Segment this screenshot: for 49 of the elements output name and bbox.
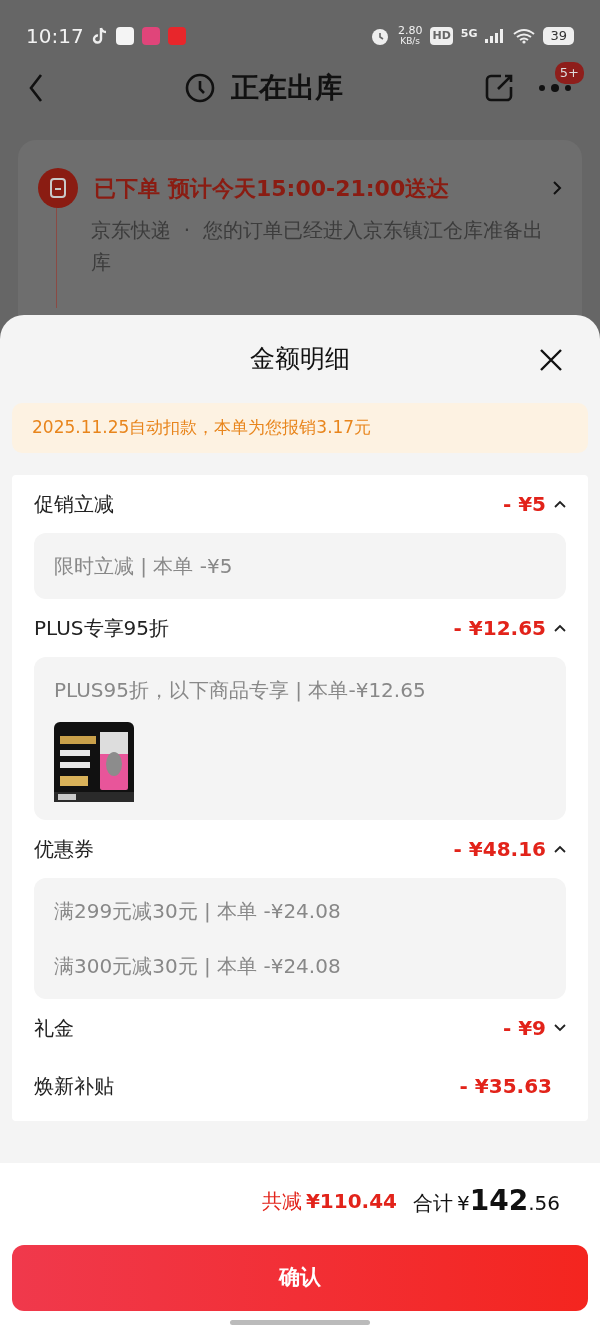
order-icon	[38, 168, 78, 208]
order-status: 已下单	[94, 174, 160, 203]
discount-label: 优惠券	[34, 835, 94, 863]
wifi-icon	[513, 28, 536, 44]
hd-indicator: HD	[430, 26, 453, 46]
chevron-right-icon[interactable]	[552, 180, 562, 196]
signal-icon	[485, 29, 506, 43]
discount-label: PLUS专享95折	[34, 614, 169, 642]
battery-indicator: 39	[543, 27, 574, 45]
music-note-icon	[91, 27, 108, 45]
total-discount-label: 共减	[261, 1188, 302, 1215]
discount-label: 促销立减	[34, 490, 114, 518]
discount-amount: - ¥5	[502, 490, 546, 518]
chevron-down-icon[interactable]	[554, 1023, 566, 1032]
discount-label: 礼金	[34, 1014, 74, 1042]
clock-time: 10:17	[26, 23, 84, 50]
app-icon	[141, 27, 160, 45]
alarm-icon	[369, 26, 390, 46]
chevron-up-icon[interactable]	[554, 844, 566, 853]
page-title: 正在出库	[231, 70, 343, 106]
chevron-up-icon[interactable]	[554, 623, 566, 632]
discount-amount: - ¥35.63	[459, 1072, 552, 1100]
discount-amount: - ¥9	[502, 1014, 546, 1042]
speed-unit: KB/s	[400, 36, 421, 46]
discount-amount: - ¥48.16	[453, 835, 546, 863]
close-button[interactable]	[538, 347, 564, 373]
speed-value: 2.80	[397, 26, 423, 36]
notification-badge: 5+	[554, 62, 584, 84]
discount-label: 焕新补贴	[34, 1072, 114, 1100]
clock-icon	[185, 73, 215, 103]
delivery-estimate: 预计今天15:00-21:00送达	[168, 174, 450, 203]
total-label: 合计	[413, 1190, 453, 1217]
app-icon	[167, 27, 186, 45]
detail-text: 满300元减30元 | 本单 -¥24.08	[54, 952, 342, 980]
reimbursement-notice: 2025.11.25自动扣款，本单为您报销3.17元	[12, 403, 588, 453]
network-type: 5G	[460, 26, 478, 42]
confirm-button[interactable]: 确认	[12, 1245, 588, 1311]
discount-amount: - ¥12.65	[453, 614, 546, 642]
back-icon[interactable]	[28, 73, 44, 103]
total-discount: ¥110.44	[305, 1188, 397, 1215]
sheet-title: 金额明细	[250, 343, 350, 376]
detail-text: 限时立减 | 本单 -¥5	[54, 552, 234, 580]
share-icon[interactable]	[484, 73, 514, 103]
close-icon	[538, 347, 564, 373]
chevron-up-icon[interactable]	[554, 499, 566, 508]
more-icon[interactable]	[538, 82, 572, 94]
detail-text: 满299元减30元 | 本单 -¥24.08	[54, 897, 342, 925]
total-amount: ¥142.56	[457, 1183, 560, 1219]
detail-text: PLUS95折，以下商品专享 | 本单-¥12.65	[54, 676, 427, 704]
